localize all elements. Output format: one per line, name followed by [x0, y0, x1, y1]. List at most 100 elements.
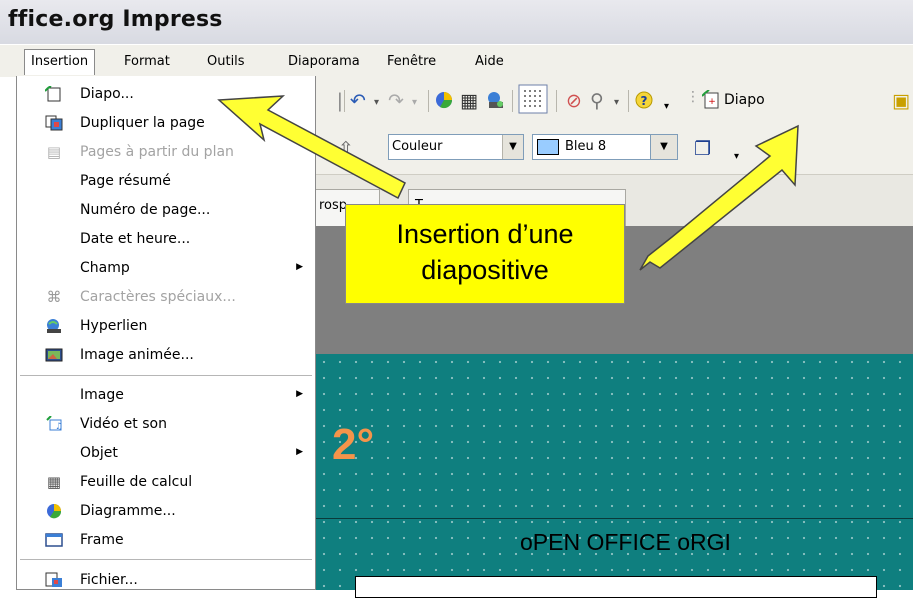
tab-label: rosp	[319, 198, 348, 213]
redo-icon[interactable]: ↷	[388, 90, 404, 112]
zoom-icon[interactable]: ⚲	[590, 90, 604, 112]
spreadsheet-icon: ▦	[46, 473, 62, 491]
duplicate-page-icon	[45, 115, 63, 131]
fill-color-dropdown[interactable]: ▼	[650, 134, 678, 160]
menu-outils[interactable]: Outils	[207, 54, 245, 69]
fill-color-value: Bleu 8	[565, 139, 607, 154]
toolbar-separator	[344, 90, 345, 112]
standard-toolbar: ❘ ↶ ▾ ↷ ▾ ▦ ⊘ ⚲ ▾ ? ▾ ⋮ + Diapo ▣	[316, 76, 913, 129]
menu-format[interactable]: Format	[124, 54, 170, 69]
menu-aide[interactable]: Aide	[475, 54, 504, 69]
menu-item-video-et-son[interactable]: ♫ Vidéo et son	[17, 410, 315, 439]
animated-image-icon	[45, 347, 63, 363]
shadow-icon[interactable]: ❐	[694, 138, 711, 160]
svg-text:?: ?	[641, 94, 648, 108]
table-icon[interactable]: ▦	[460, 90, 478, 112]
toolbar-grip-icon[interactable]: ⋮	[686, 86, 700, 108]
menu-item-label: Fichier...	[80, 572, 138, 588]
toolbar-separator	[428, 90, 429, 112]
menu-item-champ[interactable]: Champ ▶	[17, 254, 315, 283]
menu-item-label: Frame	[80, 532, 124, 548]
hyperlink-icon	[45, 318, 63, 334]
menu-insertion[interactable]: Insertion	[24, 49, 96, 75]
help-icon[interactable]: ?	[634, 90, 654, 115]
menu-item-dupliquer-la-page[interactable]: Dupliquer la page	[17, 109, 315, 138]
callout-line2: diapositive	[421, 255, 549, 285]
slide-content-box[interactable]	[355, 576, 877, 598]
color-swatch	[537, 139, 559, 155]
menu-item-label: Hyperlien	[80, 318, 148, 334]
hyperlink-icon[interactable]	[486, 90, 506, 115]
toolbar-separator	[556, 90, 557, 112]
menu-item-image-animee[interactable]: Image animée...	[17, 341, 315, 370]
menu-separator	[20, 559, 312, 560]
menu-item-label: Numéro de page...	[80, 202, 211, 218]
frame-icon	[45, 532, 63, 548]
svg-text:♫: ♫	[55, 422, 63, 432]
grid-toggle-icon[interactable]	[518, 84, 548, 119]
toolbar-overflow-icon[interactable]: ▾	[734, 146, 739, 168]
new-slide-icon	[44, 85, 63, 102]
menu-item-label: Vidéo et son	[80, 416, 167, 432]
submenu-arrow-icon: ▶	[296, 262, 303, 272]
submenu-arrow-icon: ▶	[296, 447, 303, 457]
menu-item-label: Caractères spéciaux...	[80, 289, 236, 305]
menu-item-objet[interactable]: Objet ▶	[17, 439, 315, 468]
toolbar-separator	[512, 90, 513, 112]
menu-item-label: Champ	[80, 260, 130, 276]
menu-bar: Insertion Format Outils Diaporama Fenêtr…	[0, 44, 913, 77]
callout-box: Insertion d’une diapositive	[345, 204, 625, 304]
menu-item-caracteres-speciaux[interactable]: ⌘ Caractères spéciaux...	[17, 283, 315, 312]
menu-item-pages-a-partir-du-plan[interactable]: ▤ Pages à partir du plan	[17, 138, 315, 167]
menu-fenetre[interactable]: Fenêtre	[387, 54, 436, 69]
menu-diaporama[interactable]: Diaporama	[288, 54, 360, 69]
chart-icon	[45, 503, 63, 519]
toolbar-button-icon[interactable]: ❘	[332, 90, 348, 112]
chevron-down-icon[interactable]: ▼	[502, 135, 523, 159]
menu-item-diapo[interactable]: Diapo...	[17, 80, 315, 109]
menu-item-label: Dupliquer la page	[80, 115, 205, 131]
menu-item-page-resume[interactable]: Page résumé	[17, 167, 315, 196]
menu-item-label: Objet	[80, 445, 118, 461]
new-slide-icon[interactable]: +	[701, 89, 722, 115]
undo-dropdown-icon[interactable]: ▾	[374, 92, 379, 114]
next-toolbar-icon[interactable]: ▣	[892, 90, 910, 112]
video-sound-icon: ♫	[45, 415, 63, 432]
menu-item-hyperlien[interactable]: Hyperlien	[17, 312, 315, 341]
menu-item-label: Date et heure...	[80, 231, 191, 247]
slide-divider-line	[316, 518, 913, 519]
menu-item-frame[interactable]: Frame	[17, 526, 315, 555]
slide-number-text[interactable]: 2°	[332, 420, 374, 470]
arrow-style-icon[interactable]: ⇧	[338, 138, 354, 160]
title-bar: ffice.org Impress	[0, 0, 913, 44]
submenu-arrow-icon: ▶	[296, 389, 303, 399]
menu-item-label: Pages à partir du plan	[80, 144, 234, 160]
chart-icon[interactable]	[434, 90, 454, 115]
redo-dropdown-icon[interactable]: ▾	[412, 92, 417, 114]
chevron-down-icon[interactable]: ▼	[651, 135, 677, 159]
menu-separator	[20, 375, 312, 376]
slide-title-text[interactable]: oPEN OFFICE oRGI	[520, 529, 731, 556]
window-title: ffice.org Impress	[8, 7, 223, 32]
menu-item-date-et-heure[interactable]: Date et heure...	[17, 225, 315, 254]
file-icon	[45, 572, 63, 588]
menu-item-label: Page résumé	[80, 173, 171, 189]
navigator-icon[interactable]: ⊘	[566, 90, 582, 112]
pages-from-outline-icon: ▤	[46, 143, 62, 161]
callout-line1: Insertion d’une	[396, 219, 574, 249]
toolbar-overflow-icon[interactable]: ▾	[664, 96, 669, 118]
menu-item-numero-de-page[interactable]: Numéro de page...	[17, 196, 315, 225]
zoom-dropdown-icon[interactable]: ▾	[614, 92, 619, 114]
menu-item-label: Diagramme...	[80, 503, 176, 519]
menu-item-label: Image animée...	[80, 347, 194, 363]
menu-item-label: Image	[80, 387, 124, 403]
menu-item-feuille-de-calcul[interactable]: ▦ Feuille de calcul	[17, 468, 315, 497]
undo-icon[interactable]: ↶	[350, 90, 366, 112]
menu-item-label: Diapo...	[80, 86, 134, 102]
menu-item-fichier[interactable]: Fichier...	[17, 566, 315, 595]
fill-type-select[interactable]: Couleur ▼	[388, 134, 524, 160]
menu-item-diagramme[interactable]: Diagramme...	[17, 497, 315, 526]
new-slide-button-label[interactable]: Diapo	[724, 92, 765, 108]
menu-item-image[interactable]: Image ▶	[17, 381, 315, 410]
svg-text:+: +	[708, 97, 716, 107]
